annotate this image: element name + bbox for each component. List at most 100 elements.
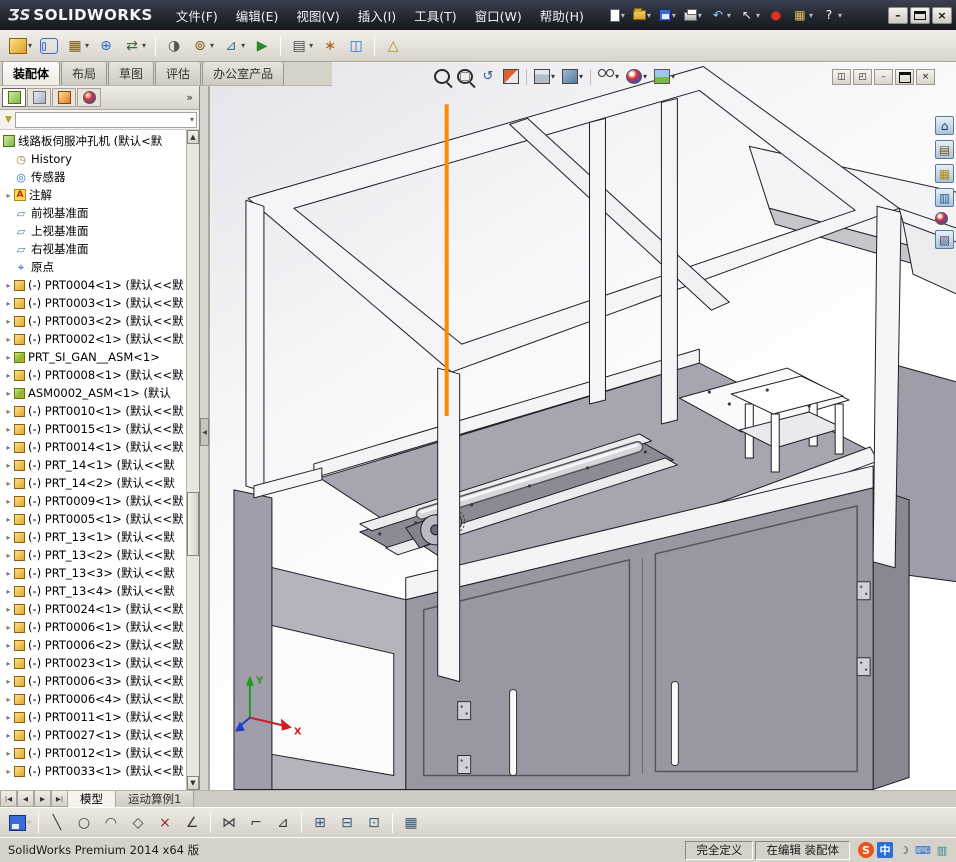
design-library-icon[interactable]: ▤ (935, 140, 954, 159)
dropdown-arrow-icon[interactable]: ▾ (647, 11, 651, 20)
tree-item[interactable]: ◎ 传感器 (3, 168, 186, 186)
tree-item[interactable]: ▸ (-) PRT0012<1> (默认<<默 (3, 744, 186, 762)
tree-item[interactable]: ▸ (-) PRT0006<2> (默认<<默 (3, 636, 186, 654)
expand-arrow-icon[interactable]: ▸ (3, 677, 14, 686)
dropdown-arrow-icon[interactable]: ▾ (672, 11, 676, 20)
expand-arrow-icon[interactable]: ▸ (3, 389, 14, 398)
expand-arrow-icon[interactable]: ▸ (3, 371, 14, 380)
mirror-icon[interactable]: ⋈ (217, 811, 241, 835)
propertymanager-tab[interactable] (27, 88, 51, 107)
tree-item[interactable]: ▱ 上视基准面 (3, 222, 186, 240)
tree-item[interactable]: ▸ (-) PRT0004<1> (默认<<默 (3, 276, 186, 294)
offset-icon[interactable]: ⌐ (244, 811, 268, 835)
tree-item[interactable]: ▸ ASM0002_ASM<1> (默认 (3, 384, 186, 402)
menu-edit[interactable]: 编辑(E) (227, 4, 288, 27)
linear-component-pattern-icon[interactable]: ▦ ▾ (63, 35, 92, 57)
tree-item[interactable]: ▸ (-) PRT_14<1> (默认<<默 (3, 456, 186, 474)
resources-icon[interactable]: ⌂ (935, 116, 954, 135)
select-arrow-icon[interactable]: ↖ ▾ (736, 6, 763, 24)
sketch-save-icon[interactable]: ▾ (8, 811, 32, 835)
previous-view-icon[interactable]: ↺ (478, 67, 498, 86)
tree-item[interactable]: ▸ (-) PRT0006<4> (默认<<默 (3, 690, 186, 708)
ime-mode-icon[interactable]: ☽ (896, 842, 912, 858)
ime-chinese-icon[interactable]: 中 (877, 842, 893, 858)
mate-icon[interactable] (37, 35, 61, 57)
menu-help[interactable]: 帮助(H) (531, 4, 593, 27)
evaluate-icon[interactable]: ▦ (399, 811, 423, 835)
circle-icon[interactable]: ○ (72, 811, 96, 835)
apply-scene-icon[interactable]: ▾ (652, 67, 677, 86)
collapse-panel-icon[interactable]: ◀ (200, 418, 209, 446)
expand-arrow-icon[interactable]: ▸ (3, 731, 14, 740)
prev-tab-button[interactable]: ◀ (17, 791, 34, 807)
configurationmanager-tab[interactable] (52, 88, 76, 107)
view-palette-icon[interactable]: ▥ (935, 188, 954, 207)
displaymanager-tab[interactable] (77, 88, 101, 107)
dropdown-arrow-icon[interactable]: ▾ (28, 41, 32, 50)
tree-item[interactable]: ▸ (-) PRT0002<1> (默认<<默 (3, 330, 186, 348)
grid-icon[interactable]: ⊞ (308, 811, 332, 835)
menu-tools[interactable]: 工具(T) (405, 4, 465, 27)
smart-fasteners-icon[interactable]: ⊕ (94, 35, 118, 57)
expand-arrow-icon[interactable]: ▸ (3, 353, 14, 362)
appearances-icon[interactable] (935, 212, 954, 225)
keyboard-icon[interactable]: ⌨ (915, 842, 931, 858)
expand-arrow-icon[interactable]: ▸ (3, 623, 14, 632)
expand-arrow-icon[interactable]: ▸ (3, 515, 14, 524)
reference-geometry-icon[interactable]: ⊿ ▾ (219, 35, 248, 57)
expand-arrow-icon[interactable]: ▸ (3, 713, 14, 722)
tree-scrollbar[interactable]: ▲ ▼ (186, 130, 199, 790)
open-icon[interactable]: ▾ (630, 8, 654, 22)
dropdown-arrow-icon[interactable]: ▾ (615, 72, 619, 81)
panel-splitter[interactable]: ◀ (200, 86, 209, 790)
dropdown-arrow-icon[interactable]: ▾ (551, 72, 555, 81)
tree-item[interactable]: ▸ (-) PRT0033<1> (默认<<默 (3, 762, 186, 780)
close-button[interactable]: × (932, 6, 952, 24)
tab-sketch[interactable]: 草图 (108, 61, 155, 85)
expand-arrow-icon[interactable]: ▸ (3, 749, 14, 758)
expand-arrow-icon[interactable]: ▸ (3, 479, 14, 488)
convert-entities-icon[interactable]: ⊿ (271, 811, 295, 835)
tree-item[interactable]: ▸ (-) PRT0010<1> (默认<<默 (3, 402, 186, 420)
dropdown-arrow-icon[interactable]: ▾ (241, 41, 245, 50)
last-tab-button[interactable]: ▶| (51, 791, 68, 807)
tab-model[interactable]: 模型 (68, 791, 116, 807)
expand-arrow-icon[interactable]: ▸ (3, 695, 14, 704)
filter-input[interactable]: ▾ (14, 111, 197, 128)
tree-item[interactable]: ▸ (-) PRT0006<1> (默认<<默 (3, 618, 186, 636)
dropdown-arrow-icon[interactable]: ▾ (621, 11, 625, 20)
polygon-icon[interactable]: ◇ (126, 811, 150, 835)
tree-item[interactable]: ▸ (-) PRT0015<1> (默认<<默 (3, 420, 186, 438)
expand-arrow-icon[interactable]: ▸ (3, 605, 14, 614)
expand-arrow-icon[interactable]: ▸ (3, 497, 14, 506)
doc-close-button[interactable]: × (916, 69, 935, 85)
menu-view[interactable]: 视图(V) (287, 4, 348, 27)
network-icon[interactable]: ▥ (934, 842, 950, 858)
dropdown-arrow-icon[interactable]: ▾ (85, 41, 89, 50)
plane-icon[interactable]: ⊡ (362, 811, 386, 835)
bill-of-materials-icon[interactable]: ▤ ▾ (287, 35, 316, 57)
tree-item[interactable]: ▸ (-) PRT_13<1> (默认<<默 (3, 528, 186, 546)
expand-arrow-icon[interactable]: ▸ (3, 533, 14, 542)
hide-show-items-icon[interactable]: ▾ (596, 67, 621, 86)
tree-item[interactable]: ▸ A 注解 (3, 186, 186, 204)
scroll-down-icon[interactable]: ▼ (187, 776, 199, 790)
tree-item[interactable]: ▸ (-) PRT_13<2> (默认<<默 (3, 546, 186, 564)
panel-overflow-icon[interactable]: » (182, 91, 197, 104)
expand-arrow-icon[interactable]: ▸ (3, 569, 14, 578)
dropdown-arrow-icon[interactable]: ▾ (838, 11, 842, 20)
tree-item[interactable]: ▸ (-) PRT0024<1> (默认<<默 (3, 600, 186, 618)
expand-arrow-icon[interactable]: ▸ (3, 767, 14, 776)
filter-funnel-icon[interactable]: ▼ (5, 115, 12, 125)
section-view-icon[interactable] (501, 67, 521, 86)
graphics-area[interactable]: Y X ↺ ▾ ▾ ▾ ▾ ▾ ◫ ◰ – × ⌂ ▤ ▦ ▥ ▧ (209, 62, 956, 790)
zoom-fit-icon[interactable] (432, 67, 452, 86)
scroll-thumb[interactable] (187, 491, 199, 556)
tab-layout[interactable]: 布局 (61, 61, 108, 85)
tab-assembly[interactable]: 装配体 (2, 61, 61, 85)
menu-file[interactable]: 文件(F) (167, 4, 227, 27)
dropdown-arrow-icon[interactable]: ▾ (210, 41, 214, 50)
tree-item[interactable]: ▸ (-) PRT_13<3> (默认<<默 (3, 564, 186, 582)
tab-motion-study-1[interactable]: 运动算例1 (116, 791, 195, 807)
tab-evaluate[interactable]: 评估 (155, 61, 202, 85)
